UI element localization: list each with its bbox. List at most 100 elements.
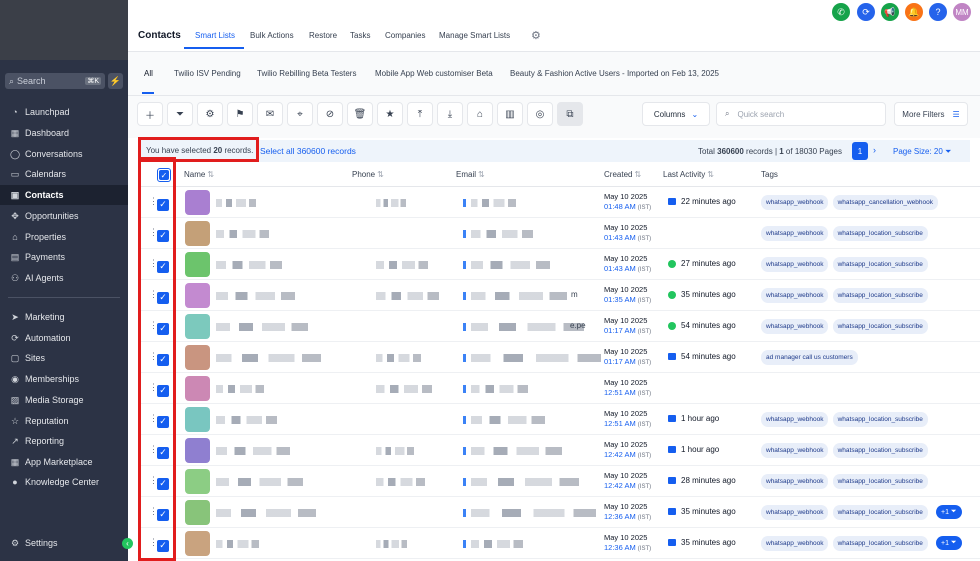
- contact-name-redacted[interactable]: [216, 385, 264, 393]
- contact-phone-redacted[interactable]: [376, 540, 407, 548]
- tag-chip[interactable]: whatsapp_location_subscribe: [832, 319, 928, 334]
- table-row[interactable]: ⋮ ✓ m May 10 2025 01:35 AM (IST) 35 minutes a…: [138, 280, 980, 311]
- megaphone-icon[interactable]: 📢: [881, 3, 899, 21]
- tab-restore[interactable]: Restore: [309, 31, 337, 40]
- table-row[interactable]: ⋮ ✓ May 10 2025 01:43 AM (IST) 27 minutes ag…: [138, 249, 980, 280]
- contact-name-redacted[interactable]: [216, 354, 321, 362]
- contact-email-redacted[interactable]: [471, 354, 601, 362]
- more-filters-button[interactable]: More Filters ☰: [894, 102, 968, 126]
- tag-chip[interactable]: whatsapp_location_subscribe: [832, 536, 928, 551]
- tag-chip[interactable]: whatsapp_location_subscribe: [832, 288, 928, 303]
- smart-list-mobile-app[interactable]: Mobile App Web customiser Beta: [375, 69, 493, 78]
- contact-phone-redacted[interactable]: [376, 354, 421, 362]
- tag-chip[interactable]: whatsapp_cancellation_webhook: [832, 195, 938, 210]
- merge-icon[interactable]: ⧉: [557, 102, 583, 126]
- sidebar-item-properties[interactable]: ⌂ Properties: [0, 227, 128, 247]
- smart-list-all[interactable]: All: [144, 69, 153, 78]
- smart-list-twilio-isv[interactable]: Twilio ISV Pending: [174, 69, 241, 78]
- contact-email-redacted[interactable]: [471, 478, 579, 486]
- smart-list-twilio-rebilling[interactable]: Twilio Rebilling Beta Testers: [257, 69, 356, 78]
- contact-email-redacted[interactable]: [471, 509, 596, 517]
- import-icon[interactable]: ⤓: [437, 102, 463, 126]
- email-icon[interactable]: ✉: [257, 102, 283, 126]
- page-size-select[interactable]: Page Size: 20 ⏷: [893, 147, 951, 157]
- sidebar-item-media-storage[interactable]: ▨ Media Storage: [0, 390, 128, 410]
- sidebar-item-conversations[interactable]: ◯ Conversations: [0, 144, 128, 164]
- column-header-email[interactable]: Email ⇅: [456, 170, 485, 179]
- contact-email-redacted[interactable]: [471, 540, 523, 548]
- sidebar-item-memberships[interactable]: ◉ Memberships: [0, 369, 128, 389]
- select-all-link[interactable]: Select all 360600 records: [260, 146, 356, 156]
- star-icon[interactable]: ★: [377, 102, 403, 126]
- sidebar-item-automation[interactable]: ⟳ Automation: [0, 328, 128, 348]
- help-icon[interactable]: ?: [929, 3, 947, 21]
- sidebar-item-app-marketplace[interactable]: ▦ App Marketplace: [0, 452, 128, 472]
- tag-chip[interactable]: whatsapp_webhook: [761, 257, 829, 272]
- export-icon[interactable]: ⤒: [407, 102, 433, 126]
- columns-button[interactable]: Columns ⌄: [642, 102, 710, 126]
- sidebar-item-opportunities[interactable]: ✥ Opportunities: [0, 206, 128, 226]
- contact-name-redacted[interactable]: [216, 540, 259, 548]
- sidebar-item-contacts[interactable]: ▣ Contacts: [0, 185, 128, 205]
- tag-chip[interactable]: whatsapp_webhook: [761, 505, 829, 520]
- collapse-sidebar-icon[interactable]: ‹: [122, 538, 133, 549]
- table-row[interactable]: ⋮ ✓ e.pe May 10 2025 01:17 AM (IST) 54 minute…: [138, 311, 980, 342]
- tag-chip[interactable]: whatsapp_location_subscribe: [832, 226, 928, 241]
- phone-icon[interactable]: ✆: [832, 3, 850, 21]
- contact-name-redacted[interactable]: [216, 261, 282, 269]
- sidebar-item-dashboard[interactable]: ▦ Dashboard: [0, 123, 128, 143]
- add-contact-icon[interactable]: ＋: [137, 102, 163, 126]
- tag-chip[interactable]: whatsapp_webhook: [761, 474, 829, 489]
- contact-email-redacted[interactable]: [471, 323, 584, 331]
- column-header-last-activity[interactable]: Last Activity ⇅: [663, 170, 714, 179]
- tab-manage-smart-lists[interactable]: Manage Smart Lists: [439, 31, 510, 40]
- column-header-name[interactable]: Name ⇅: [184, 170, 214, 179]
- contact-name-redacted[interactable]: [216, 416, 277, 424]
- avatar[interactable]: MM: [953, 3, 971, 21]
- more-tags-button[interactable]: +1 ⏷: [936, 505, 962, 519]
- sidebar-item-settings[interactable]: ⚙ Settings: [0, 533, 128, 553]
- review-request-icon[interactable]: ⌂: [467, 102, 493, 126]
- tab-tasks[interactable]: Tasks: [350, 31, 370, 40]
- table-row[interactable]: ⋮ ✓ May 10 2025 12:36 AM (IST) 35 minutes ag…: [138, 528, 980, 559]
- sidebar-item-knowledge-center[interactable]: ● Knowledge Center: [0, 472, 128, 492]
- contact-email-redacted[interactable]: [471, 447, 562, 455]
- table-row[interactable]: ⋮ ✓ May 10 2025 12:42 AM (IST) 28 minutes ag…: [138, 466, 980, 497]
- contact-name-redacted[interactable]: [216, 509, 316, 517]
- tag-chip[interactable]: whatsapp_location_subscribe: [832, 257, 928, 272]
- tag-chip[interactable]: whatsapp_webhook: [761, 443, 829, 458]
- tag-chip[interactable]: whatsapp_webhook: [761, 288, 829, 303]
- table-row[interactable]: ⋮ ✓ May 10 2025 01:48 AM (IST) 22 minutes ag…: [138, 187, 980, 218]
- sms-icon[interactable]: ⚑: [227, 102, 253, 126]
- quick-search-input[interactable]: ⌕ Quick search: [716, 102, 886, 126]
- sidebar-item-ai-agents[interactable]: ⚇ AI Agents: [0, 268, 128, 288]
- column-header-phone[interactable]: Phone ⇅: [352, 170, 384, 179]
- tag-chip[interactable]: whatsapp_webhook: [761, 412, 829, 427]
- table-row[interactable]: ⋮ ✓ May 10 2025 01:43 AM (IST) whatsapp_webh…: [138, 218, 980, 249]
- filter-icon[interactable]: ⏷: [167, 102, 193, 126]
- contact-phone-redacted[interactable]: [376, 478, 425, 486]
- sidebar-item-reputation[interactable]: ☆ Reputation: [0, 411, 128, 431]
- company-icon[interactable]: ▥: [497, 102, 523, 126]
- contact-email-redacted[interactable]: [471, 292, 567, 300]
- workflow-bot-icon[interactable]: ⚙: [197, 102, 223, 126]
- add-tag-icon[interactable]: ⌖: [287, 102, 313, 126]
- contact-phone-redacted[interactable]: [376, 261, 428, 269]
- tab-companies[interactable]: Companies: [385, 31, 425, 40]
- tag-chip[interactable]: whatsapp_location_subscribe: [832, 412, 928, 427]
- contact-name-redacted[interactable]: [216, 323, 308, 331]
- contact-email-redacted[interactable]: [471, 230, 533, 238]
- sidebar-item-marketing[interactable]: ➤ Marketing: [0, 307, 128, 327]
- tag-chip[interactable]: whatsapp_location_subscribe: [832, 443, 928, 458]
- sidebar-search[interactable]: ⌕ Search ⌘K: [5, 73, 105, 89]
- contact-name-redacted[interactable]: [216, 447, 290, 455]
- table-row[interactable]: ⋮ ✓ May 10 2025 12:42 AM (IST) 1 hour ago wha…: [138, 435, 980, 466]
- contact-name-redacted[interactable]: [216, 478, 303, 486]
- whatsapp-icon[interactable]: ◎: [527, 102, 553, 126]
- contact-name-redacted[interactable]: [216, 292, 295, 300]
- tag-chip[interactable]: whatsapp_webhook: [761, 226, 829, 241]
- sidebar-item-sites[interactable]: ▢ Sites: [0, 348, 128, 368]
- tag-chip[interactable]: whatsapp_webhook: [761, 536, 829, 551]
- tag-chip[interactable]: whatsapp_webhook: [761, 319, 829, 334]
- contact-phone-redacted[interactable]: [376, 447, 414, 455]
